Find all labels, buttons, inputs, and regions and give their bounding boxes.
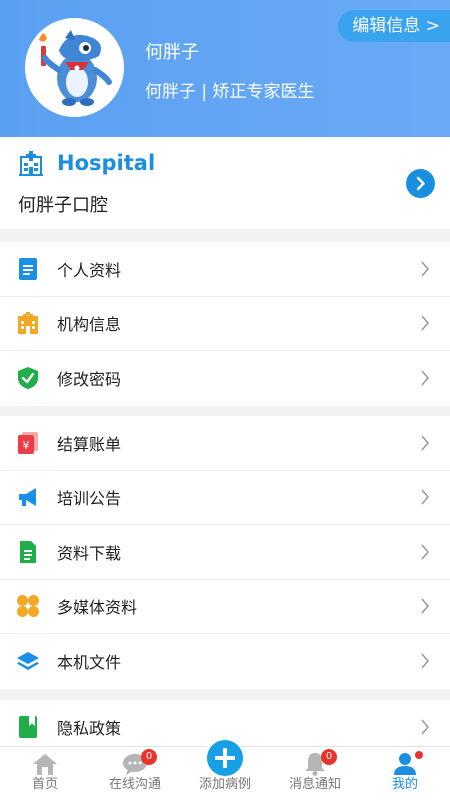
megaphone-icon (19, 488, 36, 507)
menu-item-label: 本机文件 (57, 653, 122, 673)
menu-item-label: 多媒体资料 (57, 598, 138, 618)
tab-add-case[interactable]: 添加病例 (180, 740, 270, 800)
hospital-name: 何胖子口腔 (18, 195, 108, 216)
tab-label: 首页 (31, 777, 58, 792)
chevron-right-icon (421, 370, 429, 386)
tab-notifications[interactable]: 0 消息通知 (270, 747, 360, 800)
profile-header: 编辑信息 > 何胖子 何胖子 | 矫正专家医生 (0, 0, 450, 137)
chevron-right-icon (421, 653, 429, 669)
document-icon (19, 257, 37, 280)
bill-icon: ¥ (18, 431, 38, 454)
unread-badge: 0 (141, 749, 157, 765)
menu-group-resources: ¥ 结算账单 培训公告 资料下载 多媒体资料 本机文件 (0, 416, 450, 689)
hospital-card[interactable]: Hospital 何胖子口腔 (0, 137, 450, 229)
building-icon (18, 312, 38, 335)
tab-online-chat[interactable]: 0 在线沟通 (90, 747, 180, 800)
notification-dot (415, 751, 423, 759)
edit-info-button[interactable]: 编辑信息 > (338, 10, 450, 42)
bottom-tab-bar: 首页 0 在线沟通 添加病例 0 消息通知 我的 (0, 740, 450, 800)
tab-label: 我的 (391, 777, 418, 792)
tab-label: 添加病例 (198, 777, 251, 792)
chevron-right-icon (421, 489, 429, 505)
menu-item-label: 隐私政策 (57, 719, 122, 739)
unread-badge: 0 (321, 749, 337, 765)
hospital-go-button[interactable] (406, 169, 435, 198)
add-icon (207, 740, 243, 776)
hospital-icon (19, 151, 43, 176)
chevron-right-icon (421, 261, 429, 277)
menu-item-announcements[interactable]: 培训公告 (0, 471, 450, 525)
menu-item-label: 修改密码 (57, 370, 122, 390)
menu-item-organization[interactable]: 机构信息 (0, 297, 450, 351)
menu-item-change-password[interactable]: 修改密码 (0, 351, 450, 406)
chevron-right-icon (421, 719, 429, 735)
svg-text:¥: ¥ (23, 439, 30, 452)
shield-check-icon (18, 367, 38, 390)
chevron-right-icon (421, 435, 429, 451)
tab-label: 在线沟通 (108, 777, 161, 792)
chevron-right-icon (416, 176, 425, 191)
menu-group-account: 个人资料 机构信息 修改密码 (0, 242, 450, 406)
menu-item-multimedia[interactable]: 多媒体资料 (0, 580, 450, 634)
menu-item-label: 资料下载 (57, 543, 122, 563)
menu-item-downloads[interactable]: 资料下载 (0, 525, 450, 580)
mascot-avatar-icon (25, 18, 124, 117)
menu-item-profile[interactable]: 个人资料 (0, 242, 450, 297)
menu-item-label: 培训公告 (57, 489, 122, 509)
tab-home[interactable]: 首页 (0, 747, 90, 800)
chevron-right-icon (421, 544, 429, 560)
user-subtitle: 何胖子 | 矫正专家医生 (145, 82, 315, 102)
avatar[interactable] (25, 18, 124, 117)
username: 何胖子 (145, 42, 199, 63)
tab-label: 消息通知 (288, 777, 341, 792)
chevron-right-icon (421, 315, 429, 331)
bookmark-icon (19, 716, 37, 739)
hospital-title: Hospital (57, 151, 156, 175)
menu-item-local-files[interactable]: 本机文件 (0, 634, 450, 689)
chevron-right-icon (421, 598, 429, 614)
download-doc-icon (20, 540, 36, 563)
menu-item-billing[interactable]: ¥ 结算账单 (0, 416, 450, 471)
menu-item-label: 机构信息 (57, 315, 122, 335)
layers-icon (17, 652, 39, 671)
tab-mine[interactable]: 我的 (360, 747, 450, 800)
multimedia-icon (17, 595, 39, 618)
menu-item-label: 个人资料 (57, 260, 122, 280)
menu-item-label: 结算账单 (57, 434, 122, 454)
